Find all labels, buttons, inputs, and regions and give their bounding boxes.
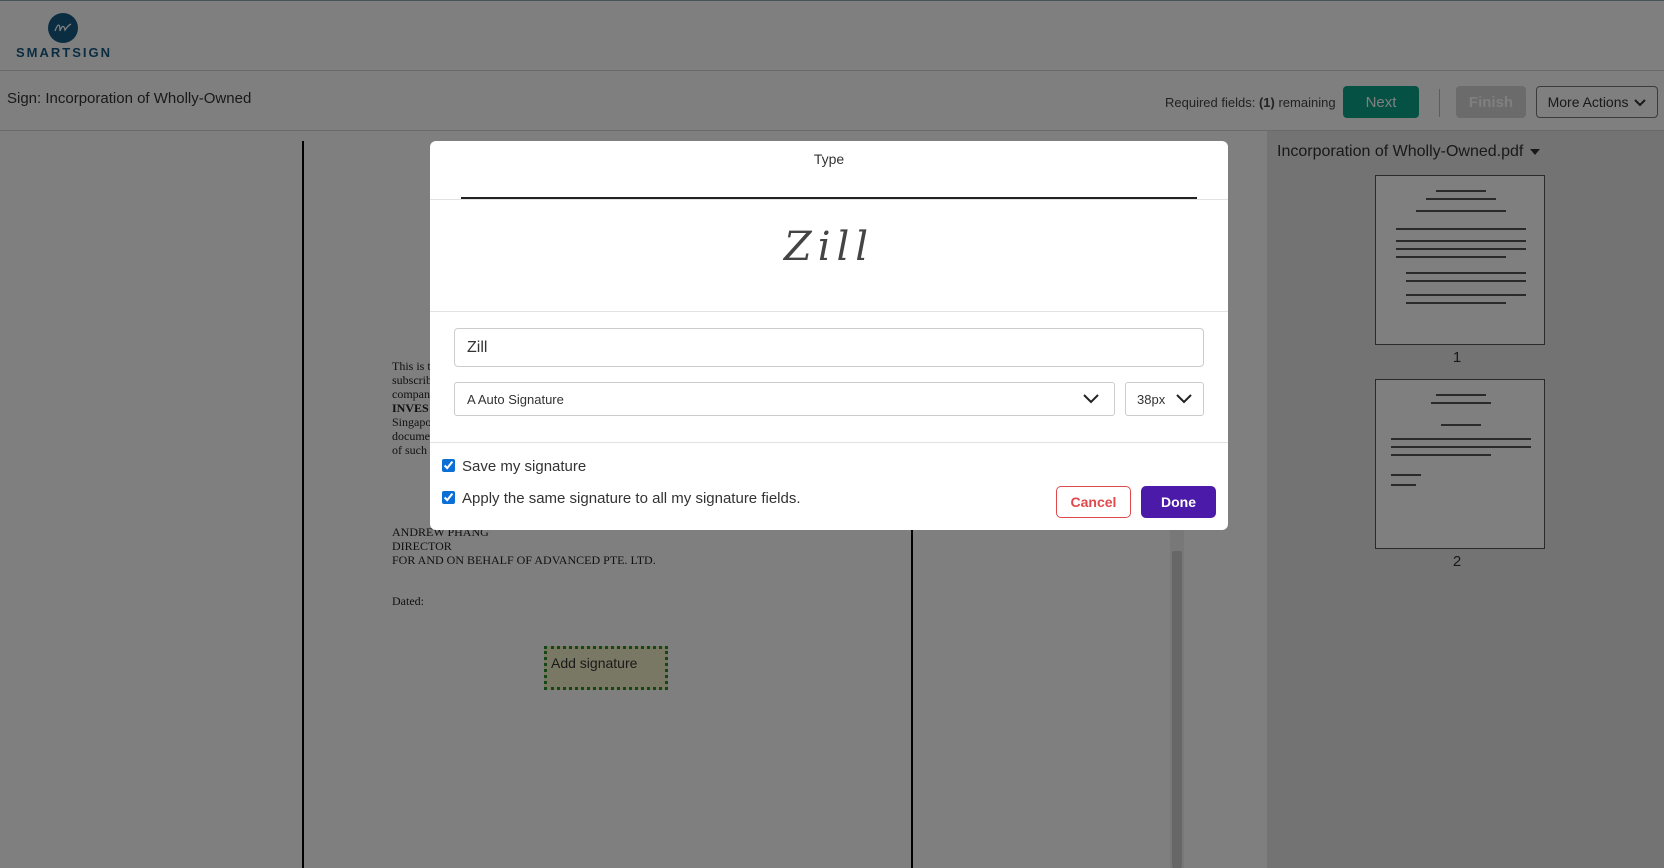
- signature-preview: Zill: [430, 200, 1228, 311]
- done-button[interactable]: Done: [1141, 486, 1216, 518]
- apply-all-label: Apply the same signature to all my signa…: [462, 490, 801, 507]
- save-signature-checkbox[interactable]: [442, 459, 455, 472]
- signature-name-input[interactable]: [454, 328, 1204, 367]
- tab-type[interactable]: Type: [430, 141, 1228, 199]
- apply-all-checkbox[interactable]: [442, 491, 455, 504]
- save-signature-label: Save my signature: [462, 458, 587, 475]
- font-style-select[interactable]: A Auto Signature: [454, 382, 1115, 416]
- chevron-down-icon: [1176, 394, 1192, 404]
- divider: [430, 311, 1228, 312]
- cancel-button[interactable]: Cancel: [1056, 486, 1131, 518]
- divider: [430, 442, 1228, 443]
- signature-preview-text: Zill: [783, 224, 875, 270]
- chevron-down-icon: [1083, 394, 1099, 404]
- font-size-select[interactable]: 38px: [1125, 382, 1204, 416]
- font-size-value: 38px: [1137, 392, 1166, 407]
- signature-modal: Type Zill A Auto Signature 38px Save my …: [430, 141, 1228, 530]
- font-style-value: A Auto Signature: [467, 392, 564, 407]
